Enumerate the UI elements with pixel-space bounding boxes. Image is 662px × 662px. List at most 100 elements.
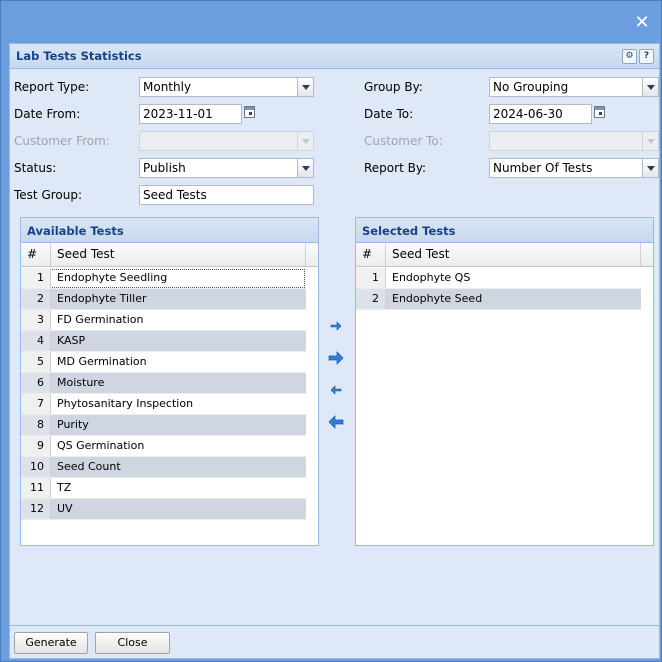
- row-test-name: Phytosanitary Inspection: [57, 397, 194, 410]
- double-arrow-left-icon: [328, 415, 344, 429]
- date-from-label: Date From:: [14, 107, 81, 121]
- date-to-input[interactable]: 2024-06-30: [489, 104, 592, 124]
- table-row[interactable]: 2 Endophyte Tiller: [21, 289, 306, 310]
- arrow-right-icon: [330, 321, 342, 331]
- report-by-value: Number Of Tests: [493, 161, 593, 175]
- row-number: 7: [21, 394, 51, 414]
- move-selected-left-button[interactable]: [326, 380, 346, 400]
- row-test-name: Endophyte Tiller: [57, 292, 147, 305]
- row-test-name: Seed Count: [57, 460, 121, 473]
- available-tests-title: Available Tests: [27, 224, 124, 238]
- row-number: 9: [21, 436, 51, 456]
- move-selected-right-button[interactable]: [326, 316, 346, 336]
- move-all-right-button[interactable]: [326, 348, 346, 368]
- table-row[interactable]: 12 UV: [21, 499, 306, 520]
- chevron-down-icon: [302, 166, 310, 171]
- table-row[interactable]: 3 FD Germination: [21, 310, 306, 331]
- row-number: 6: [21, 373, 51, 393]
- row-number: 8: [21, 415, 51, 435]
- table-row[interactable]: 7 Phytosanitary Inspection: [21, 394, 306, 415]
- table-row[interactable]: 11 TZ: [21, 478, 306, 499]
- test-group-label: Test Group:: [14, 188, 83, 202]
- row-test-name: QS Germination: [57, 439, 145, 452]
- row-number: 3: [21, 310, 51, 330]
- customer-to-label: Customer To:: [364, 134, 443, 148]
- report-by-select[interactable]: Number Of Tests: [489, 158, 659, 178]
- chevron-down-icon: [302, 85, 310, 90]
- selected-tests-panel: Selected Tests # Seed Test 1 Endophyte QS…: [355, 217, 654, 546]
- selected-tests-title: Selected Tests: [362, 224, 456, 238]
- selected-tests-column-header: # Seed Test: [356, 243, 653, 267]
- table-row[interactable]: 1 Endophyte Seedling: [21, 268, 306, 289]
- gear-icon[interactable]: ⚙: [622, 49, 637, 64]
- row-test-name: Moisture: [57, 376, 105, 389]
- test-group-value: Seed Tests: [143, 188, 207, 202]
- date-to-label: Date To:: [364, 107, 414, 121]
- table-row[interactable]: 4 KASP: [21, 331, 306, 352]
- row-test-name: Endophyte Seed: [392, 292, 483, 305]
- group-by-select[interactable]: No Grouping: [489, 77, 659, 97]
- calendar-icon: [594, 106, 605, 118]
- close-icon[interactable]: ✕: [633, 14, 651, 32]
- lab-tests-statistics-dialog: Lab Tests Statistics ⚙ ? Report Type: Mo…: [9, 43, 660, 659]
- date-to-picker-button[interactable]: [592, 104, 609, 124]
- row-number: 1: [21, 268, 51, 288]
- row-number: 1: [356, 268, 386, 288]
- row-number: 11: [21, 478, 51, 498]
- table-row[interactable]: 6 Moisture: [21, 373, 306, 394]
- row-test-name: Endophyte QS: [392, 271, 471, 284]
- column-header-number[interactable]: #: [21, 243, 51, 266]
- report-type-select[interactable]: Monthly: [139, 77, 314, 97]
- row-number: 2: [356, 289, 386, 309]
- row-number: 12: [21, 499, 51, 519]
- calendar-icon: [244, 106, 255, 118]
- customer-from-select[interactable]: [139, 131, 314, 151]
- table-row[interactable]: 2 Endophyte Seed: [356, 289, 641, 310]
- row-test-name: MD Germination: [57, 355, 147, 368]
- customer-from-trigger[interactable]: [297, 131, 314, 151]
- customer-to-trigger[interactable]: [642, 131, 659, 151]
- test-group-input[interactable]: Seed Tests: [139, 185, 314, 205]
- table-row[interactable]: 10 Seed Count: [21, 457, 306, 478]
- available-tests-column-header: # Seed Test: [21, 243, 318, 267]
- row-number: 2: [21, 289, 51, 309]
- column-header-seed-test[interactable]: Seed Test: [51, 243, 306, 266]
- move-all-left-button[interactable]: [326, 412, 346, 432]
- status-select[interactable]: Publish: [139, 158, 314, 178]
- chevron-down-icon: [647, 139, 655, 144]
- row-test-name: KASP: [57, 334, 86, 347]
- date-to-value: 2024-06-30: [493, 107, 563, 121]
- available-tests-header: Available Tests: [21, 218, 318, 243]
- row-number: 10: [21, 457, 51, 477]
- group-by-value: No Grouping: [493, 80, 569, 94]
- row-number: 4: [21, 331, 51, 351]
- generate-button[interactable]: Generate: [14, 632, 88, 654]
- table-row[interactable]: 1 Endophyte QS: [356, 268, 641, 289]
- chevron-down-icon: [302, 139, 310, 144]
- available-tests-panel: Available Tests # Seed Test 1 Endophyte S…: [20, 217, 319, 546]
- status-trigger[interactable]: [297, 158, 314, 178]
- report-type-trigger[interactable]: [297, 77, 314, 97]
- chevron-down-icon: [647, 166, 655, 171]
- group-by-trigger[interactable]: [642, 77, 659, 97]
- customer-from-label: Customer From:: [14, 134, 110, 148]
- report-by-trigger[interactable]: [642, 158, 659, 178]
- customer-to-select[interactable]: [489, 131, 659, 151]
- table-row[interactable]: 8 Purity: [21, 415, 306, 436]
- row-test-name: Purity: [57, 418, 89, 431]
- chevron-down-icon: [647, 85, 655, 90]
- row-test-name: UV: [57, 502, 73, 515]
- row-number: 5: [21, 352, 51, 372]
- table-row[interactable]: 9 QS Germination: [21, 436, 306, 457]
- date-from-picker-button[interactable]: [242, 104, 259, 124]
- column-header-seed-test[interactable]: Seed Test: [386, 243, 641, 266]
- help-icon[interactable]: ?: [639, 49, 654, 64]
- date-from-input[interactable]: 2023-11-01: [139, 104, 242, 124]
- dialog-footer: Generate Close: [10, 625, 659, 658]
- table-row[interactable]: 5 MD Germination: [21, 352, 306, 373]
- dialog-title: Lab Tests Statistics: [16, 49, 142, 63]
- status-value: Publish: [143, 161, 186, 175]
- close-button[interactable]: Close: [95, 632, 170, 654]
- selected-tests-header: Selected Tests: [356, 218, 653, 243]
- column-header-number[interactable]: #: [356, 243, 386, 266]
